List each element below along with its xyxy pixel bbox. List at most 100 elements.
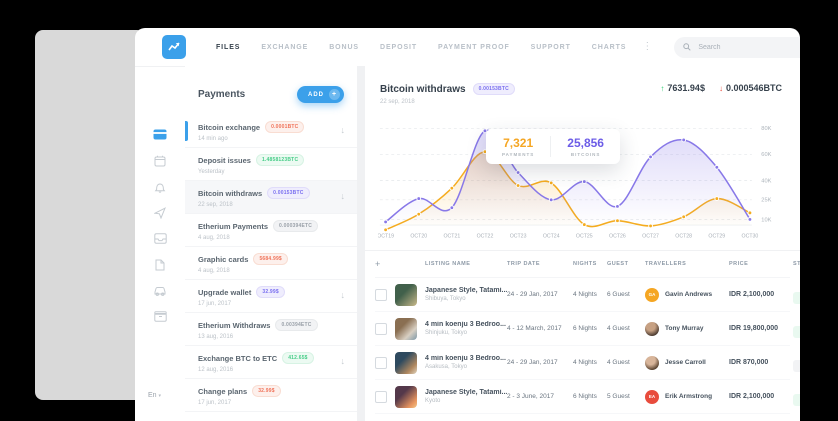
topbar: FILES EXCHANGE BONUS DEPOSIT PAYMENT PRO… <box>135 28 800 67</box>
language-selector[interactable]: En ▾ <box>148 392 161 399</box>
search-bar[interactable] <box>674 37 800 58</box>
table-row[interactable]: Japanese Style, Tatami... Kyoto 2 - 3 Ju… <box>375 380 790 414</box>
detail-date: 22 sep, 2018 <box>380 99 515 105</box>
payment-badge: 32.99$ <box>252 385 281 397</box>
traveller-avatar: GA <box>645 288 659 302</box>
status-badge: Expired <box>793 360 800 372</box>
add-payment-button[interactable]: ADD + <box>297 86 344 103</box>
payment-item[interactable]: Graphic cards 5684.99$ 4 aug, 2018 <box>185 247 357 280</box>
nights: 4 Nights <box>573 359 607 366</box>
btc-value: 0.000546BTC <box>726 83 782 93</box>
svg-text:OCT27: OCT27 <box>642 233 659 239</box>
detail-panel: Bitcoin withdraws 0.00153BTC 22 sep, 201… <box>365 66 800 421</box>
payment-time: Yesterday <box>198 169 344 175</box>
tooltip-bitcoins-label: BITCOINS <box>567 152 604 157</box>
payment-badge: 32.99$ <box>256 286 285 298</box>
detail-badge: 0.00153BTC <box>473 83 515 95</box>
nav-item-payment-proof[interactable]: PAYMENT PROOF <box>438 44 510 51</box>
arrow-down-icon: ↓ <box>719 84 723 93</box>
row-checkbox[interactable] <box>375 357 387 369</box>
payment-item[interactable]: Change plans 32.99$ 17 jun, 2017 <box>185 379 357 412</box>
payments-panel: Payments ADD + Bitcoin exchange 0.0001BT… <box>185 66 357 421</box>
col-price[interactable]: PRICE <box>729 261 793 267</box>
panel-title: Payments <box>198 89 245 100</box>
panel-divider <box>357 66 365 421</box>
traveller-name: Gavin Andrews <box>665 291 712 298</box>
download-icon[interactable]: ↓ <box>341 125 346 135</box>
send-icon[interactable] <box>153 206 167 219</box>
payment-time: 4 aug, 2018 <box>198 235 344 241</box>
nav-item-bonus[interactable]: BONUS <box>329 44 359 51</box>
col-listing-name[interactable]: LISTING NAME <box>425 261 507 267</box>
payment-item[interactable]: Etherium Payments 0.000394ETC 4 aug, 201… <box>185 214 357 247</box>
inbox-icon[interactable] <box>153 232 167 245</box>
bookings-table: + LISTING NAME TRIP DATE NIGHTS GUEST TR… <box>365 251 800 414</box>
car-icon[interactable] <box>153 284 167 297</box>
payment-badge: 0.00394ETC <box>275 319 317 331</box>
document-icon[interactable] <box>153 258 167 271</box>
payment-time: 14 min ago <box>198 136 344 142</box>
payment-item[interactable]: Exchange BTC to ETC 412.65$ 12 aug, 2016… <box>185 346 357 379</box>
svg-text:OCT19: OCT19 <box>378 233 394 239</box>
svg-text:OCT22: OCT22 <box>477 233 494 239</box>
nav-item-files[interactable]: FILES <box>216 44 240 51</box>
more-menu-icon[interactable]: ⋮ <box>642 42 652 52</box>
btc-stat: ↓ 0.000546BTC <box>719 83 782 93</box>
listing-name: 4 min koenju 3 Bedroo... <box>425 355 507 362</box>
svg-text:OCT25: OCT25 <box>576 233 593 239</box>
download-icon[interactable]: ↓ <box>341 356 346 366</box>
table-row[interactable]: 4 min koenju 3 Bedroo... Asakusa, Tokyo … <box>375 346 790 380</box>
listing-thumbnail <box>395 284 417 306</box>
svg-text:OCT23: OCT23 <box>510 233 527 239</box>
status-badge: Accepted <box>793 394 800 406</box>
svg-text:OCT26: OCT26 <box>609 233 626 239</box>
search-input[interactable] <box>696 43 800 52</box>
language-label: En <box>148 392 157 399</box>
traveller-name: Jesse Carroll <box>665 359 706 366</box>
price: IDR 19,800,000 <box>729 325 793 332</box>
trip-date: 24 - 29 Jan, 2017 <box>507 359 573 366</box>
download-icon[interactable]: ↓ <box>341 191 346 201</box>
icon-rail: En ▾ <box>135 66 185 421</box>
svg-text:60K: 60K <box>761 152 771 158</box>
row-checkbox[interactable] <box>375 391 387 403</box>
payment-item[interactable]: Deposit issues 1.4858123BTC Yesterday <box>185 148 357 181</box>
col-nights[interactable]: NIGHTS <box>573 261 607 267</box>
payment-item[interactable]: Bitcoin exchange 0.0001BTC 14 min ago ↓ <box>185 115 357 148</box>
usd-value: 7631.94$ <box>667 83 705 93</box>
main-nav: FILES EXCHANGE BONUS DEPOSIT PAYMENT PRO… <box>216 44 626 51</box>
add-row-button[interactable]: + <box>375 259 395 269</box>
svg-text:OCT29: OCT29 <box>708 233 725 239</box>
nav-item-exchange[interactable]: EXCHANGE <box>261 44 308 51</box>
table-row[interactable]: 4 min koenju 3 Bedroo... Shinjuku, Tokyo… <box>375 312 790 346</box>
nav-item-deposit[interactable]: DEPOSIT <box>380 44 417 51</box>
payment-item[interactable]: Upgrade wallet 32.99$ 17 jun, 2017 ↓ <box>185 280 357 313</box>
listing-thumbnail <box>395 318 417 340</box>
nav-item-support[interactable]: SUPPORT <box>531 44 571 51</box>
archive-icon[interactable] <box>153 310 167 323</box>
bell-icon[interactable] <box>153 180 167 193</box>
download-icon[interactable]: ↓ <box>341 290 346 300</box>
payment-item[interactable]: Etherium Withdraws 0.00394ETC 13 aug, 20… <box>185 313 357 346</box>
price: IDR 2,100,000 <box>729 393 793 400</box>
status-badge: Accepted <box>793 292 800 304</box>
app-logo[interactable] <box>162 35 186 59</box>
col-status[interactable]: STATUS <box>793 261 800 267</box>
table-row[interactable]: Japanese Style, Tatami... Shibuya, Tokyo… <box>375 278 790 312</box>
col-trip-date[interactable]: TRIP DATE <box>507 261 573 267</box>
nav-item-charts[interactable]: CHARTS <box>592 44 627 51</box>
payment-title: Change plans <box>198 387 247 396</box>
row-checkbox[interactable] <box>375 323 387 335</box>
calendar-icon[interactable] <box>153 154 167 167</box>
chevron-down-icon: ▾ <box>159 393 162 399</box>
payment-time: 12 aug, 2016 <box>198 367 344 373</box>
app-window: FILES EXCHANGE BONUS DEPOSIT PAYMENT PRO… <box>135 28 800 421</box>
wallet-icon[interactable] <box>153 128 167 141</box>
payments-list: Bitcoin exchange 0.0001BTC 14 min ago ↓ … <box>185 115 357 412</box>
row-checkbox[interactable] <box>375 289 387 301</box>
col-guest[interactable]: GUEST <box>607 261 645 267</box>
chart[interactable]: 80K60K40K25K10KOCT19OCT20OCT21OCT22OCT23… <box>378 115 786 240</box>
payment-item[interactable]: Bitcoin withdraws 0.00153BTC 22 sep, 201… <box>185 181 357 214</box>
listing-location: Kyoto <box>425 398 507 404</box>
col-travellers[interactable]: TRAVELLERS <box>645 261 729 267</box>
